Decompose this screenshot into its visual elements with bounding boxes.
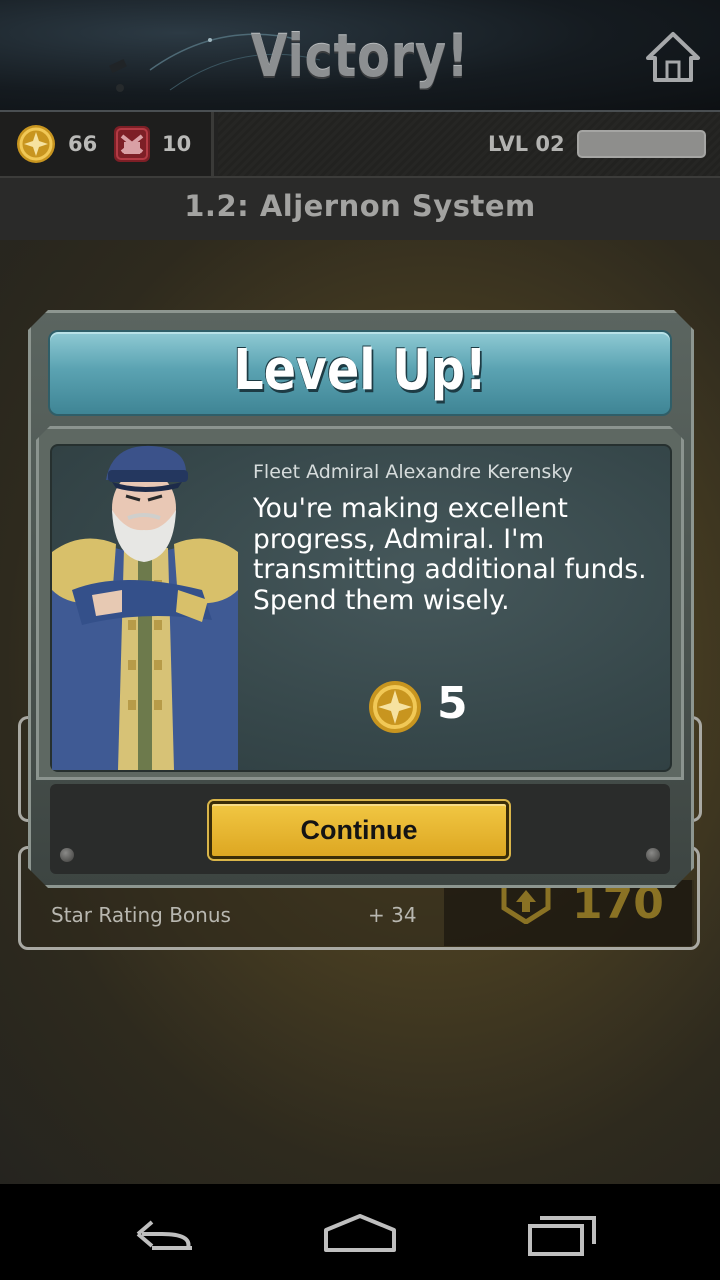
pirate-token-icon bbox=[114, 126, 150, 162]
reward-amount: 5 bbox=[437, 678, 468, 729]
page-title: Victory! bbox=[250, 22, 470, 90]
recents-icon[interactable] bbox=[522, 1210, 602, 1260]
bonus-value: + 34 bbox=[368, 903, 417, 927]
credit-coin-icon bbox=[17, 125, 55, 163]
credit-coin-icon bbox=[369, 681, 421, 733]
home-icon[interactable] bbox=[320, 1210, 400, 1260]
system-title: 1.2: Aljernon System bbox=[184, 189, 536, 223]
home-icon bbox=[646, 32, 700, 82]
dialog-title: Level Up! bbox=[233, 338, 487, 403]
rivet-right bbox=[646, 848, 660, 862]
back-icon[interactable] bbox=[122, 1210, 202, 1260]
level-label: LVL 02 bbox=[488, 132, 565, 156]
tokens-count: 10 bbox=[162, 132, 192, 156]
bonus-label: Star Rating Bonus bbox=[51, 903, 231, 927]
credits-count: 66 bbox=[68, 132, 98, 156]
speaker-name: Fleet Admiral Alexandre Kerensky bbox=[253, 461, 573, 483]
message-text: You're making excellent progress, Admira… bbox=[253, 493, 647, 616]
home-button[interactable] bbox=[644, 30, 702, 84]
rivet-left bbox=[60, 848, 74, 862]
xp-progress-bar bbox=[577, 130, 706, 158]
admiral-portrait bbox=[52, 445, 238, 770]
top-header: Victory! bbox=[0, 0, 720, 112]
continue-button[interactable]: Continue bbox=[209, 801, 509, 859]
